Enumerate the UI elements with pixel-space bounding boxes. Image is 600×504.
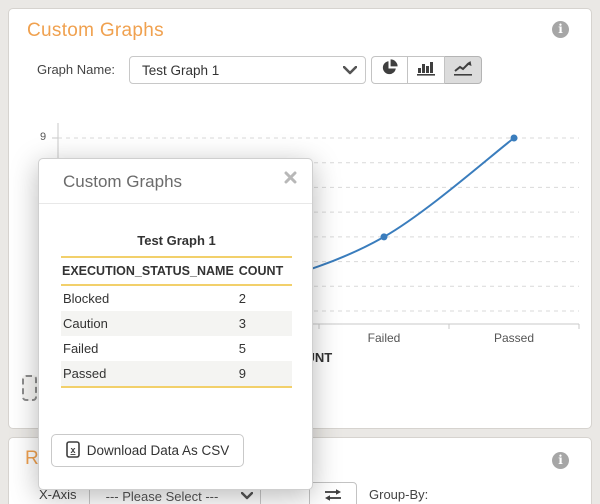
- table-row: Caution3: [61, 311, 292, 336]
- custom-graphs-modal: Custom Graphs Test Graph 1 EXECUTION_STA…: [38, 158, 313, 490]
- excel-file-icon: x: [66, 441, 80, 461]
- graph-name-label: Graph Name:: [37, 62, 115, 77]
- chevron-down-icon: [335, 66, 365, 75]
- data-table-section: Test Graph 1 EXECUTION_STATUS_NAME COUNT…: [61, 233, 292, 388]
- modal-title: Custom Graphs: [63, 172, 182, 192]
- graph-name-select[interactable]: Test Graph 1: [129, 56, 366, 84]
- page-title: Custom Graphs: [27, 20, 164, 42]
- group-by-label: Group-By:: [369, 487, 428, 502]
- sidebar-drag-handle[interactable]: [22, 375, 37, 401]
- modal-header: Custom Graphs: [39, 159, 312, 204]
- info-icon[interactable]: i: [552, 21, 569, 38]
- column-header-count: COUNT: [234, 257, 292, 285]
- bar-chart-icon: [417, 60, 436, 81]
- table-header-row: EXECUTION_STATUS_NAME COUNT: [61, 257, 292, 285]
- y-axis-tick-label: 9: [40, 131, 46, 143]
- cell-status: Blocked: [61, 285, 234, 311]
- table-row: Passed9: [61, 361, 292, 387]
- swap-axes-button[interactable]: [309, 482, 357, 504]
- chart-type-buttons: [371, 56, 482, 84]
- cell-count: 3: [234, 311, 292, 336]
- download-csv-button[interactable]: x Download Data As CSV: [51, 434, 244, 467]
- bar-chart-button[interactable]: [408, 56, 445, 84]
- table-title: Test Graph 1: [61, 233, 292, 248]
- cell-count: 5: [234, 336, 292, 361]
- svg-text:x: x: [70, 445, 75, 455]
- pie-chart-icon: [381, 59, 398, 81]
- graph-name-value: Test Graph 1: [130, 63, 335, 78]
- results-table: EXECUTION_STATUS_NAME COUNT Blocked2Caut…: [61, 256, 292, 388]
- cell-status: Caution: [61, 311, 234, 336]
- chevron-down-icon: [234, 492, 260, 500]
- column-header-status: EXECUTION_STATUS_NAME: [61, 257, 234, 285]
- close-icon[interactable]: [284, 171, 298, 185]
- cell-count: 9: [234, 361, 292, 387]
- swap-arrows-icon: [324, 488, 342, 504]
- download-csv-label: Download Data As CSV: [87, 443, 230, 458]
- x-axis-select-value: --- Please Select ---: [90, 489, 234, 504]
- table-row: Failed5: [61, 336, 292, 361]
- report-panel-title: R: [25, 448, 39, 470]
- cell-status: Failed: [61, 336, 234, 361]
- x-axis-label-failed: Failed: [344, 331, 424, 345]
- cell-status: Passed: [61, 361, 234, 387]
- table-row: Blocked2: [61, 285, 292, 311]
- pie-chart-button[interactable]: [371, 56, 408, 84]
- line-chart-button[interactable]: [445, 56, 482, 84]
- x-axis-label-passed: Passed: [474, 331, 554, 345]
- info-icon[interactable]: i: [552, 452, 569, 469]
- cell-count: 2: [234, 285, 292, 311]
- line-chart-icon: [454, 60, 473, 81]
